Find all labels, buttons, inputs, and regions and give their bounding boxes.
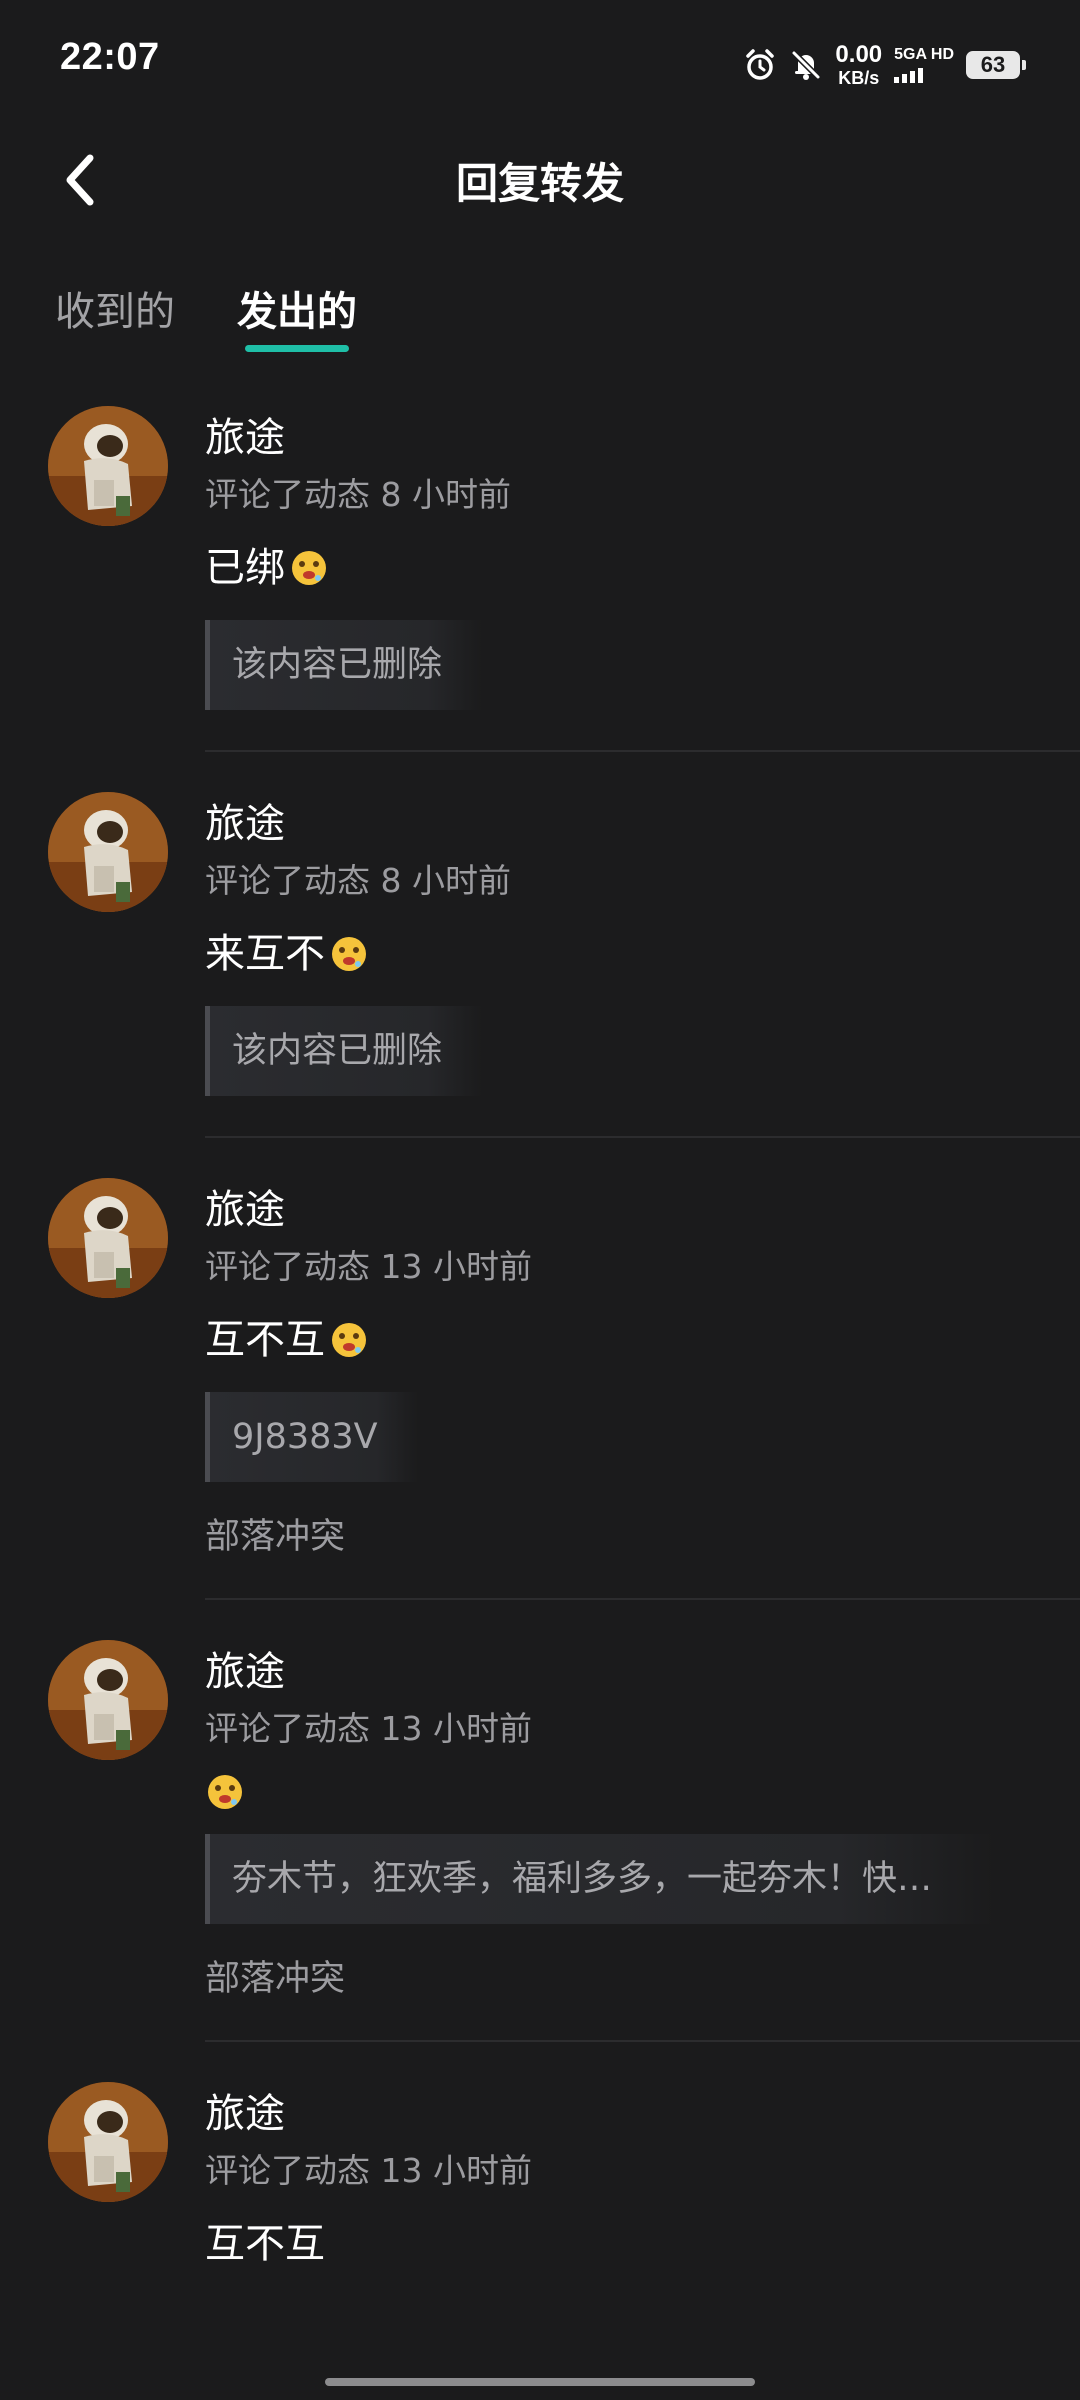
comment-body: 互不互 xyxy=(205,1317,325,1363)
source-label[interactable]: 部落冲突 xyxy=(205,1512,1080,1562)
source-label[interactable]: 部落冲突 xyxy=(205,1954,1080,2004)
network-speed-unit: KB/s xyxy=(838,68,880,88)
comment-body: 来互不 xyxy=(205,931,325,977)
status-bar: 22:07 0.00 KB/s 5GA HD 63 xyxy=(0,0,1080,120)
tab-sent-label: 发出的 xyxy=(237,289,357,335)
list-item[interactable]: 旅途 评论了动态 8 小时前 已绑 该内容已删除 xyxy=(0,400,1080,752)
network-speed-value: 0.00 xyxy=(835,41,883,68)
drooling-face-emoji-icon xyxy=(289,548,329,588)
network-type-label: 5GA HD xyxy=(894,46,954,63)
network-speed: 0.00 KB/s xyxy=(835,41,883,88)
comment-text: 互不互 xyxy=(205,2214,1080,2274)
sent-comments-list: 旅途 评论了动态 8 小时前 已绑 该内容已删除 旅途 评论了动态 8 小时前 xyxy=(0,400,1080,2312)
drooling-face-emoji-icon xyxy=(329,1320,369,1360)
tab-received[interactable]: 收到的 xyxy=(55,282,175,352)
avatar[interactable] xyxy=(48,792,168,912)
user-name[interactable]: 旅途 xyxy=(205,1644,1080,1700)
quoted-post[interactable]: 该内容已删除 xyxy=(205,1006,483,1096)
user-name[interactable]: 旅途 xyxy=(205,796,1080,852)
avatar[interactable] xyxy=(48,1178,168,1298)
quoted-post[interactable]: 夯木节，狂欢季，福利多多，一起夯木！快来… xyxy=(205,1834,995,1924)
status-time: 22:07 xyxy=(60,36,160,78)
signal-indicator: 5GA HD xyxy=(894,47,954,83)
drooling-face-emoji-icon xyxy=(329,934,369,974)
tab-sent[interactable]: 发出的 xyxy=(237,282,357,352)
avatar[interactable] xyxy=(48,1640,168,1760)
activity-meta: 评论了动态 13 小时前 xyxy=(205,2151,532,2190)
activity-meta: 评论了动态 8 小时前 xyxy=(205,475,511,514)
user-name[interactable]: 旅途 xyxy=(205,410,1080,466)
drooling-face-emoji-icon xyxy=(205,1772,245,1812)
user-name[interactable]: 旅途 xyxy=(205,2086,1080,2142)
battery-level: 63 xyxy=(980,52,1006,77)
list-item[interactable]: 旅途 评论了动态 13 小时前 互不互 9J8383V 部落冲突 xyxy=(0,1138,1080,1600)
avatar[interactable] xyxy=(48,2082,168,2202)
avatar[interactable] xyxy=(48,406,168,526)
user-name[interactable]: 旅途 xyxy=(205,1182,1080,1238)
home-indicator[interactable] xyxy=(325,2378,755,2386)
comment-body: 互不互 xyxy=(205,2221,325,2267)
comment-text: 来互不 xyxy=(205,924,1080,984)
page-header: 回复转发 xyxy=(0,130,1080,230)
comment-body: 已绑 xyxy=(205,545,285,591)
page-title: 回复转发 xyxy=(455,159,624,208)
activity-meta: 评论了动态 13 小时前 xyxy=(205,1709,532,1748)
tab-bar: 收到的 发出的 xyxy=(55,282,357,352)
tab-received-label: 收到的 xyxy=(55,289,175,335)
comment-text: 已绑 xyxy=(205,538,1080,598)
status-icons: 0.00 KB/s 5GA HD 63 xyxy=(743,40,1026,90)
comment-text: 互不互 xyxy=(205,1310,1080,1370)
list-item[interactable]: 旅途 评论了动态 13 小时前 夯木节，狂欢季，福利多多，一起夯木！快来… 部落… xyxy=(0,1600,1080,2042)
quoted-post[interactable]: 9J8383V xyxy=(205,1392,418,1482)
signal-bars-icon xyxy=(894,67,924,83)
activity-meta: 评论了动态 13 小时前 xyxy=(205,1247,532,1286)
active-tab-indicator xyxy=(245,345,349,352)
quoted-post[interactable]: 该内容已删除 xyxy=(205,620,483,710)
list-item[interactable]: 旅途 评论了动态 8 小时前 来互不 该内容已删除 xyxy=(0,752,1080,1138)
alarm-icon xyxy=(743,48,777,82)
bell-off-icon xyxy=(789,48,823,82)
activity-meta: 评论了动态 8 小时前 xyxy=(205,861,511,900)
list-item[interactable]: 旅途 评论了动态 13 小时前 互不互 xyxy=(0,2042,1080,2312)
comment-text xyxy=(205,1772,1080,1812)
battery-icon: 63 xyxy=(966,51,1026,79)
